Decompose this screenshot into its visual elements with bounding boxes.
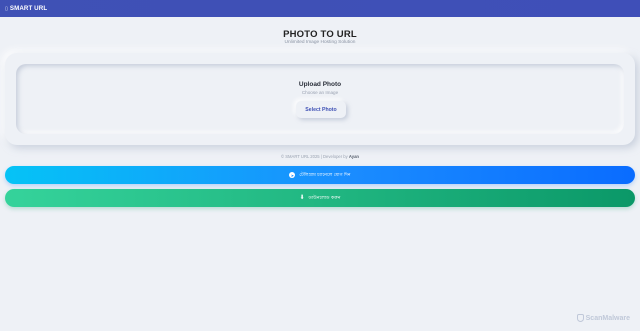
page-subtitle: Unlimited Image Hosting Solution [284, 40, 356, 45]
watermark: ScanMalware [576, 314, 630, 322]
shield-icon [576, 314, 584, 322]
download-button[interactable]: ⬇ ডাউনলোড করুন [5, 189, 635, 207]
upload-subtitle: Choose an Image [301, 90, 339, 95]
link-icon: ▯ [5, 5, 8, 12]
footer-credit-text: © SMART URL 2025 | Developer by [281, 154, 348, 159]
download-label: ডাউনলোড করুন [308, 196, 341, 201]
footer-credit: © SMART URL 2025 | Developer by Ayan [0, 154, 640, 159]
watermark-text: ScanMalware [585, 314, 630, 322]
telegram-join-label: টেলিগ্রাম চ্যানেলে যোগ দিন [299, 173, 351, 178]
page-title: PHOTO TO URL [283, 29, 357, 40]
upload-title: Upload Photo [298, 81, 342, 88]
download-icon: ⬇ [299, 194, 305, 201]
developer-name: Ayan [348, 154, 359, 159]
telegram-icon: ➤ [289, 172, 296, 178]
brand-link[interactable]: ▯ SMART URL [5, 5, 47, 12]
select-photo-button[interactable]: Select Photo [296, 101, 346, 118]
telegram-join-button[interactable]: ➤ টেলিগ্রাম চ্যানেলে যোগ দিন [5, 166, 635, 184]
brand-name: SMART URL [9, 5, 48, 12]
top-navbar: ▯ SMART URL [0, 0, 640, 17]
upload-dropzone[interactable]: Upload Photo Choose an Image Select Phot… [16, 64, 624, 134]
upload-card: Upload Photo Choose an Image Select Phot… [5, 53, 635, 145]
